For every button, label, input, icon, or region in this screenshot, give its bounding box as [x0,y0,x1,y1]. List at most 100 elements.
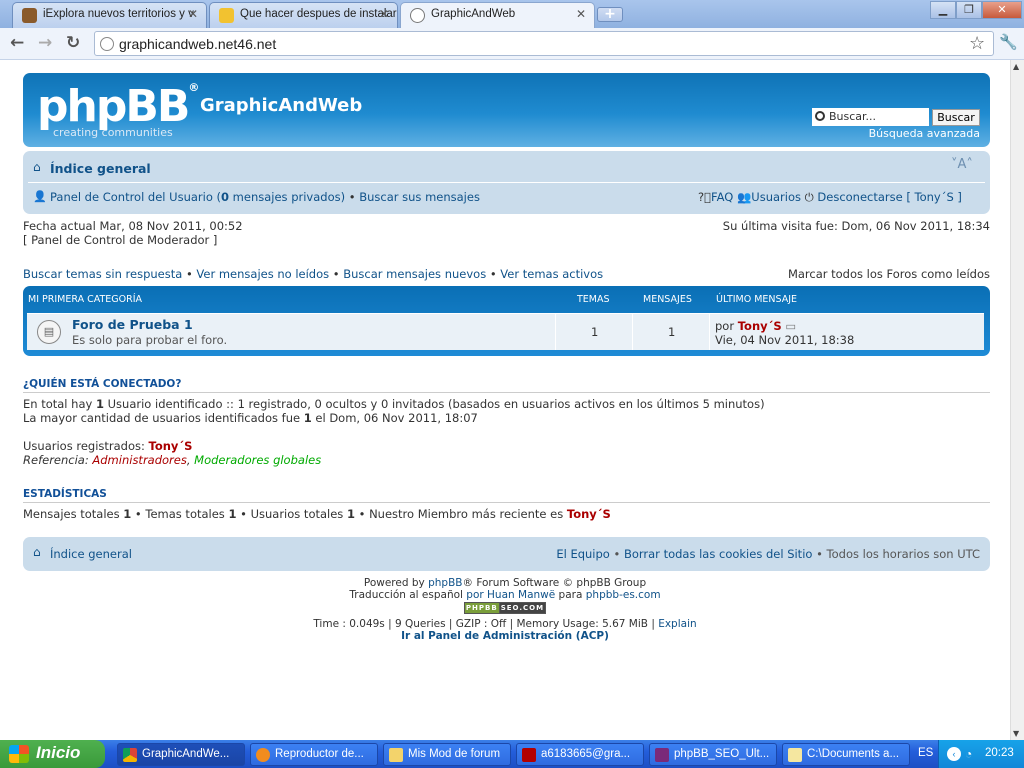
ucp-link[interactable]: Panel de Control del Usuario (0 mensajes… [50,190,480,204]
stats-line: Mensajes totales 1 • Temas totales 1 • U… [23,507,611,521]
folder-icon [389,748,403,762]
phpbb-seo-badge[interactable]: PHPBB SEO.COM [0,601,1010,614]
mods-group-link[interactable]: Moderadores globales [194,453,321,467]
tab-label: Que hacer despues de instalar [240,8,397,20]
badge-left: PHPBB [463,602,500,614]
phpbb-es-link[interactable]: phpbb-es.com [586,589,661,601]
close-icon[interactable]: ✕ [188,7,198,21]
new-tab-button[interactable]: + [597,7,623,22]
members-link[interactable]: Usuarios [751,190,801,204]
last-post-date: Vie, 04 Nov 2011, 18:38 [715,333,855,347]
tab-que-hacer[interactable]: Que hacer despues de instalar ✕ [209,2,398,28]
tray-expand-icon[interactable]: ‹ [947,747,961,761]
forum-name-link[interactable]: Foro de Prueba 1 [72,317,193,332]
browser-titlebar: iExplora nuevos territorios y v ✕ Que ha… [0,0,1024,28]
pm-text[interactable]: mensajes privados) [229,190,345,204]
view-latest-post-icon[interactable]: ▭ [785,319,796,333]
category-block: Mi primera categoría Temas Mensajes Últi… [23,286,990,356]
unanswered-link[interactable]: Buscar temas sin respuesta [23,267,182,281]
mcp-link[interactable]: [ Panel de Control de Moderador ] [23,233,217,247]
close-window-button[interactable]: ✕ [982,1,1022,19]
delete-cookies-link[interactable]: Borrar todas las cookies del Sitio [624,547,812,561]
legend: Referencia: Administradores, Moderadores… [23,453,322,467]
volume-icon[interactable]: ◔ [965,747,972,761]
users-icon: 👥 [736,190,752,204]
pm-count: 0 [221,190,230,204]
phpbb-link[interactable]: phpBB [428,577,462,589]
translator-link[interactable]: por Huan Manwë [466,589,555,601]
ucp-text[interactable]: Panel de Control del Usuario ( [50,190,221,204]
vertical-scrollbar[interactable]: ▲ ▼ [1010,60,1024,740]
registered-user-link[interactable]: Tony´S [149,439,193,453]
logout-link[interactable]: Desconectarse [ Tony´S ] [817,190,962,204]
advanced-search-link[interactable]: Búsqueda avanzada [869,127,980,140]
media-player-icon [256,748,270,762]
close-icon[interactable]: ✕ [379,7,389,21]
tab-iexplora[interactable]: iExplora nuevos territorios y v ✕ [12,2,207,28]
team-link[interactable]: El Equipo [556,547,610,561]
col-posts: Mensajes [643,294,692,305]
search-placeholder: Buscar... [829,110,877,123]
task-graphicandweb[interactable]: GraphicAndWe... [117,743,245,766]
scroll-down-icon[interactable]: ▼ [1013,729,1019,738]
start-button[interactable]: Inicio [0,740,105,768]
page-content: phpBB® creating communities GraphicAndWe… [0,60,1010,740]
divider [23,502,990,503]
globe-icon [410,8,425,23]
forum-read-icon: ▤ [37,320,61,344]
search-input[interactable]: Buscar... [812,108,929,126]
explain-link[interactable]: Explain [658,618,696,630]
nav-right-links: ?⃝FAQ 👥Usuarios ⏻ Desconectarse [ Tony´S… [698,190,962,205]
archive-icon [655,748,669,762]
category-title[interactable]: Mi primera categoría [28,294,142,305]
new-posts-link[interactable]: Buscar mensajes nuevos [343,267,486,281]
stats-title: Estadísticas [23,488,107,500]
address-bar[interactable]: graphicandweb.net46.net [94,31,994,56]
acp-link[interactable]: Ir al Panel de Administración (ACP) [401,630,609,642]
breadcrumb-index[interactable]: Índice general [50,161,151,176]
star-icon[interactable]: ☆ [969,33,985,54]
search-own-posts-link[interactable]: Buscar sus mensajes [359,190,480,204]
search-button[interactable]: Buscar [932,109,980,126]
online-record: La mayor cantidad de usuarios identifica… [23,411,478,425]
language-indicator[interactable]: ES [918,747,933,759]
divider [555,314,556,350]
font-size-toggle[interactable]: ˅A˄ [951,157,973,172]
filezilla-icon [522,748,536,762]
reload-icon[interactable]: ↻ [66,33,80,53]
task-archive[interactable]: phpBB_SEO_Ult... [649,743,777,766]
minimize-button[interactable]: ▁ [930,1,956,19]
task-notepad[interactable]: C:\Documents a... [782,743,910,766]
power-icon: ⏻ [804,190,814,204]
quick-links: Buscar temas sin respuesta • Ver mensaje… [23,267,604,281]
mark-all-read-link[interactable]: Marcar todos los Foros como leídos [788,267,990,281]
close-icon[interactable]: ✕ [576,7,586,21]
col-last-post: Último mensaje [716,294,798,305]
acp-link-wrap: Ir al Panel de Administración (ACP) [0,630,1010,642]
unread-link[interactable]: Ver mensajes no leídos [196,267,329,281]
faq-link[interactable]: FAQ [711,190,733,204]
who-is-online-title: ¿Quién está conectado? [23,378,182,390]
maximize-button[interactable]: ❐ [956,1,982,19]
forward-icon[interactable]: → [38,33,52,53]
back-icon[interactable]: ← [10,33,24,53]
scroll-up-icon[interactable]: ▲ [1013,62,1019,71]
newest-member-link[interactable]: Tony´S [567,507,611,521]
admins-group-link[interactable]: Administradores [92,453,186,467]
tab-graphicandweb[interactable]: GraphicAndWeb ✕ [400,2,595,28]
task-filezilla[interactable]: a6183665@gra... [516,743,644,766]
globe-icon [100,37,114,51]
col-topics: Temas [577,294,610,305]
task-media-player[interactable]: Reproductor de... [250,743,378,766]
last-post-prefix: por [715,319,735,333]
forum-posts-count: 1 [668,325,676,339]
game-icon [22,8,37,23]
phpbb-logo[interactable]: phpBB® [37,81,199,132]
last-poster-link[interactable]: Tony´S [738,319,782,333]
footer-index-link[interactable]: Índice general [50,547,132,561]
timezone-text: Todos los horarios son UTC [826,547,980,561]
browser-toolbar: ← → ↻ graphicandweb.net46.net ☆ 🔧 [0,28,1024,60]
wrench-icon[interactable]: 🔧 [999,33,1018,51]
active-topics-link[interactable]: Ver temas activos [500,267,603,281]
task-folder[interactable]: Mis Mod de forum [383,743,511,766]
